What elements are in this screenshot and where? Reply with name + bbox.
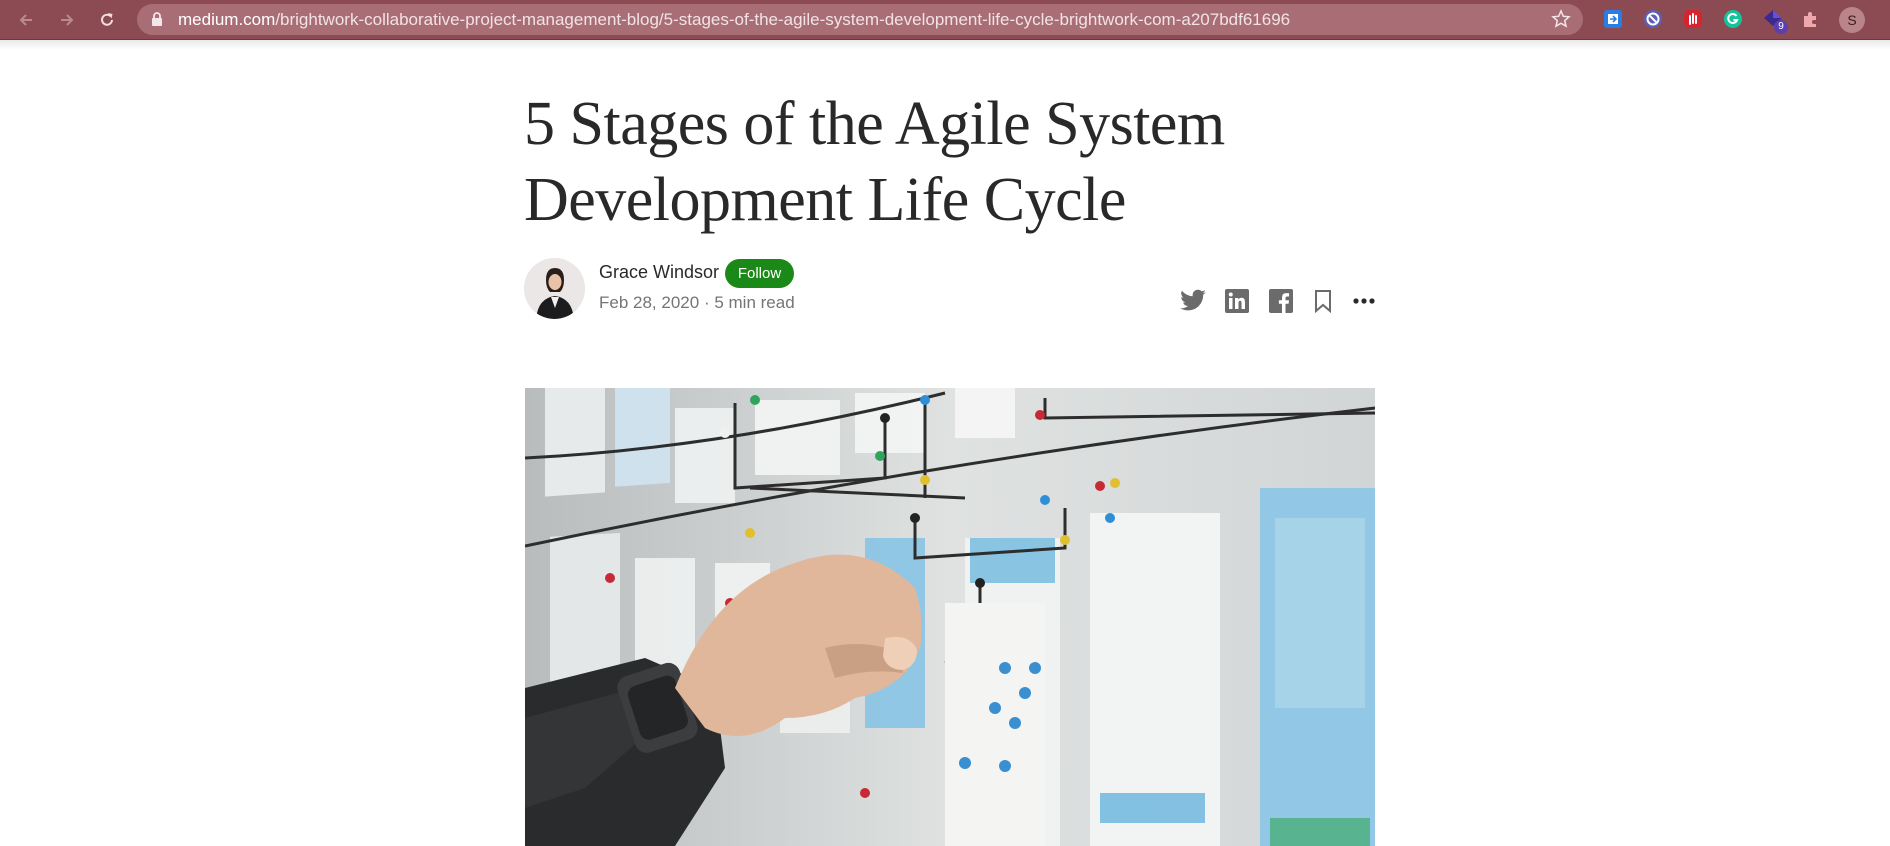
twitter-icon <box>1180 289 1206 311</box>
url-path: /brightwork-collaborative-project-manage… <box>275 10 1291 29</box>
article-title-line1: 5 Stages of the Agile System <box>524 90 1225 158</box>
arrow-right-icon <box>61 14 74 26</box>
publish-date: Feb 28, 2020 <box>599 293 700 312</box>
follow-button[interactable]: Follow <box>725 259 794 288</box>
facebook-icon <box>1269 289 1293 313</box>
back-button[interactable] <box>14 8 38 32</box>
linkedin-icon <box>1225 289 1249 313</box>
twitter-share-button[interactable] <box>1179 287 1207 315</box>
reload-button[interactable] <box>95 8 119 32</box>
address-bar[interactable]: medium.com/brightwork-collaborative-proj… <box>137 4 1583 35</box>
url-host: medium.com <box>178 10 276 29</box>
bookmark-button[interactable] <box>1309 287 1337 315</box>
extension-cube-icon[interactable]: 9 <box>1762 8 1788 34</box>
lock-icon <box>152 12 162 26</box>
article-meta: Feb 28, 2020 · 5 min read <box>599 293 795 313</box>
facebook-share-button[interactable] <box>1267 287 1295 315</box>
page-top-shadow <box>0 40 1890 50</box>
more-options-button[interactable] <box>1350 287 1378 315</box>
linkedin-share-button[interactable] <box>1223 287 1251 315</box>
extension-block-icon[interactable] <box>1642 8 1664 30</box>
article-title-line2: Development Life Cycle <box>524 166 1126 234</box>
url-text[interactable]: medium.com/brightwork-collaborative-proj… <box>178 10 1290 30</box>
meta-separator: · <box>703 293 710 312</box>
reload-icon <box>101 13 113 26</box>
author-avatar[interactable] <box>524 258 585 319</box>
article-title: 5 Stages of the Agile System Development… <box>524 86 1404 238</box>
extension-hand-icon[interactable] <box>1682 8 1704 30</box>
more-icon <box>1353 298 1375 304</box>
bookmark-star-icon[interactable] <box>1551 9 1571 29</box>
browser-toolbar: medium.com/brightwork-collaborative-proj… <box>0 0 1890 40</box>
hero-image <box>525 388 1375 846</box>
extension-grammarly-icon[interactable] <box>1722 8 1744 30</box>
bookmark-icon <box>1315 290 1331 313</box>
profile-avatar[interactable]: S <box>1839 7 1865 33</box>
extension-badge: 9 <box>1774 20 1788 34</box>
extension-translate-icon[interactable] <box>1602 8 1624 30</box>
arrow-left-icon <box>19 14 32 26</box>
extensions-puzzle-icon[interactable] <box>1800 8 1822 30</box>
read-time: 5 min read <box>714 293 795 312</box>
forward-button[interactable] <box>55 8 79 32</box>
author-name[interactable]: Grace Windsor <box>599 262 719 283</box>
